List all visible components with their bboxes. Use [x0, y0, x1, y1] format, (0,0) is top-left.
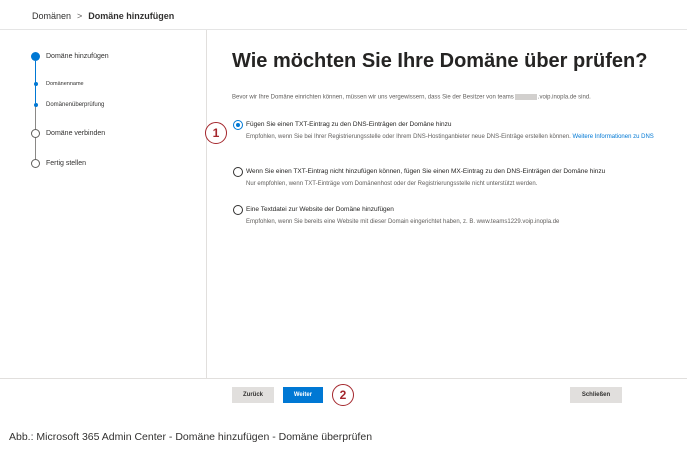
- step-done-icon: [31, 52, 40, 61]
- step-pending-icon: [31, 129, 40, 138]
- wizard-frame: Domänen > Domäne hinzufügen Domäne hinzu…: [0, 0, 687, 410]
- step-connect-domain: Domäne verbinden: [46, 130, 106, 137]
- intro-text: Bevor wir Ihre Domäne einrichten können,…: [232, 94, 591, 101]
- step-domain-name: Domänenname: [46, 81, 84, 87]
- next-button[interactable]: Weiter: [283, 387, 323, 403]
- step-add-domain: Domäne hinzufügen: [46, 53, 109, 60]
- callout-number-1: 1: [205, 122, 227, 144]
- option-description: Empfohlen, wenn Sie bei Ihrer Registrier…: [246, 133, 666, 142]
- option-description: Nur empfohlen, wenn TXT-Einträge vom Dom…: [246, 181, 538, 187]
- wizard-steps-pane: Domäne hinzufügen Domänenname Domänenübe…: [0, 30, 207, 378]
- intro-prefix: Bevor wir Ihre Domäne einrichten können,…: [232, 94, 514, 101]
- breadcrumb-current: Domäne hinzufügen: [88, 11, 175, 21]
- close-button[interactable]: Schließen: [570, 387, 622, 403]
- radio-mx-record[interactable]: [233, 167, 243, 177]
- dns-info-link[interactable]: Weitere Informationen zu DNS: [573, 134, 654, 140]
- figure-caption: Abb.: Microsoft 365 Admin Center - Domän…: [9, 431, 373, 443]
- breadcrumb-domains-link[interactable]: Domänen: [32, 11, 71, 21]
- option-txt-record[interactable]: Fügen Sie einen TXT-Eintrag zu den DNS-E…: [232, 120, 672, 150]
- step-domain-verification: Domänenüberprüfung: [46, 102, 105, 108]
- footer-divider: [0, 378, 687, 379]
- option-text-file[interactable]: Eine Textdatei zur Website der Domäne hi…: [232, 205, 672, 229]
- radio-txt-record[interactable]: [233, 120, 243, 130]
- page-title: Wie möchten Sie Ihre Domäne über prüfen?: [232, 50, 648, 72]
- option-mx-record[interactable]: Wenn Sie einen TXT-Eintrag nicht hinzufü…: [232, 167, 672, 191]
- step-sub-done-icon: [33, 82, 38, 86]
- breadcrumb-chevron-icon: >: [77, 11, 83, 21]
- option-desc-text: Empfohlen, wenn Sie bei Ihrer Registrier…: [246, 134, 571, 140]
- step-sub-current-icon: [33, 103, 38, 107]
- breadcrumb: Domänen > Domäne hinzufügen: [32, 9, 174, 23]
- step-finish: Fertig stellen: [46, 160, 87, 167]
- option-description: Empfohlen, wenn Sie bereits eine Website…: [246, 219, 560, 225]
- option-label: Eine Textdatei zur Website der Domäne hi…: [246, 206, 394, 213]
- steps-list: Domäne hinzufügen Domänenname Domänenübe…: [0, 30, 207, 378]
- redacted-block: [514, 94, 537, 100]
- step-pending-icon: [31, 159, 40, 168]
- intro-suffix: .voip.inopla.de sind.: [537, 94, 591, 101]
- callout-number-2: 2: [332, 384, 354, 406]
- back-button[interactable]: Zurück: [232, 387, 274, 403]
- option-label: Wenn Sie einen TXT-Eintrag nicht hinzufü…: [246, 168, 606, 175]
- radio-text-file[interactable]: [233, 205, 243, 215]
- option-label: Fügen Sie einen TXT-Eintrag zu den DNS-E…: [246, 121, 452, 128]
